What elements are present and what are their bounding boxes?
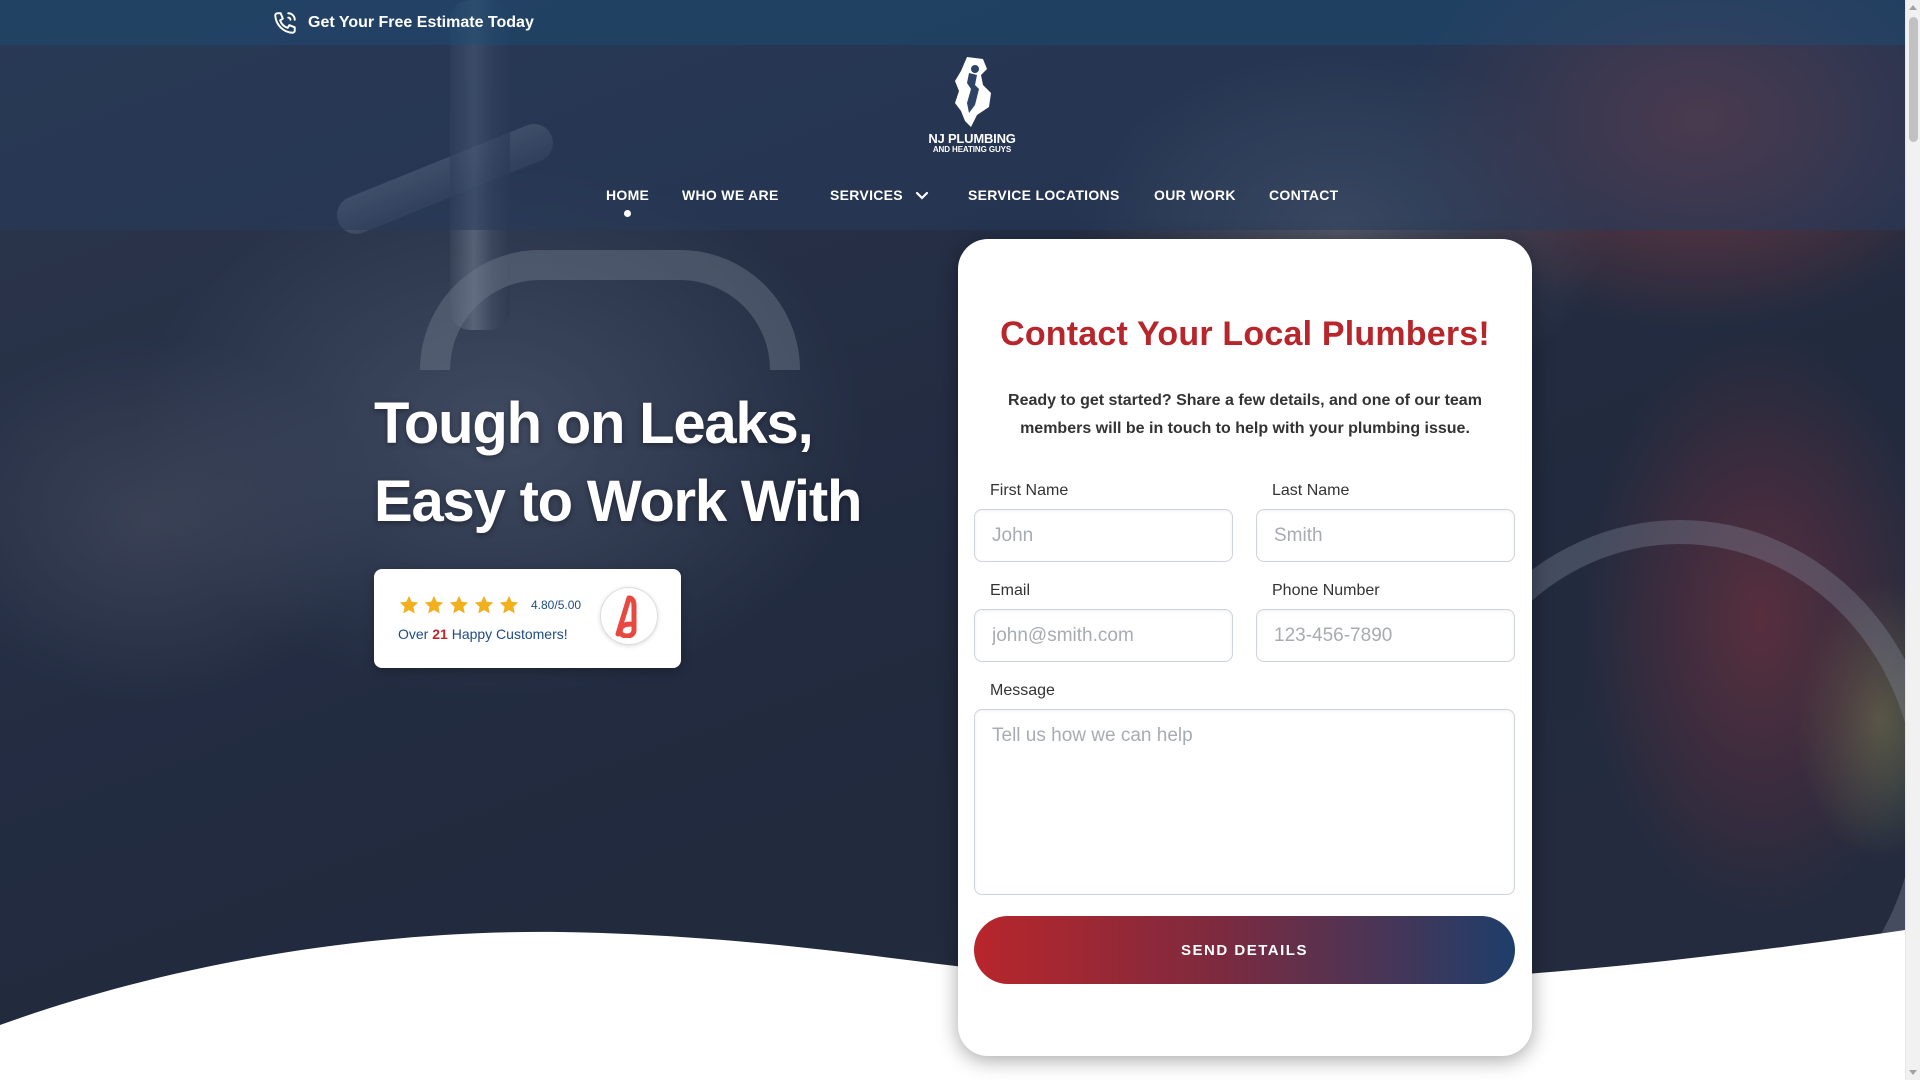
top-bar: Get Your Free Estimate Today [0,0,1905,45]
nav-item-contact[interactable]: CONTACT [1269,187,1339,203]
hero-bottom-wave [0,930,1905,1080]
star-icon [474,595,494,614]
contact-form-intro: Ready to get started? Share a few detail… [1008,392,1482,437]
nav-item-who-we-are[interactable]: WHO WE ARE [682,187,779,203]
star-icon [449,595,469,614]
message-label: Message [990,682,1055,699]
hero-heading-line-1: Tough on Leaks, [374,391,814,456]
nav-item-service-locations[interactable]: SERVICE LOCATIONS [968,187,1120,203]
message-field[interactable] [974,709,1515,895]
hero-heading-line-2: Easy to Work With [374,469,862,534]
happy-customers-text: Over 21 Happy Customers! [398,626,568,642]
site-logo[interactable]: NJ PLUMBING AND HEATING GUYS [920,55,1024,159]
scroll-up-arrow-icon[interactable] [1909,5,1917,10]
scroll-down-arrow-icon[interactable] [1909,1070,1917,1075]
review-badge[interactable]: 4.80/5.00 Over 21 Happy Customers! [374,569,681,668]
nav-item-label: HOME [606,187,650,203]
star-icon [499,595,519,614]
phone-call-icon [274,12,296,34]
chevron-down-icon [916,192,929,200]
nav-item-label: SERVICES [830,187,903,203]
star-rating: 4.80/5.00 [398,594,581,616]
free-estimate-link[interactable]: Get Your Free Estimate Today [272,10,534,36]
email-field[interactable] [974,609,1233,662]
customers-prefix: Over [398,626,429,642]
scrollbar-thumb[interactable] [1909,17,1918,142]
nav-item-label: CONTACT [1269,187,1339,203]
nav-item-home[interactable]: HOME [606,187,650,217]
free-estimate-label: Get Your Free Estimate Today [308,14,534,31]
nav-item-our-work[interactable]: OUR WORK [1154,187,1236,203]
page: Get Your Free Estimate Today NJ PLUMBING… [0,0,1905,1080]
nav-item-label: OUR WORK [1154,187,1236,203]
phone-number-field[interactable] [1256,609,1515,662]
customers-suffix: Happy Customers! [451,626,568,642]
active-indicator-dot [624,210,632,217]
main-navigation: HOME WHO WE ARE SERVICES SERVICE LOCATIO… [0,187,1905,227]
contact-form-title: Contact Your Local Plumbers! [1000,315,1490,353]
email-label: Email [990,582,1031,599]
first-name-field[interactable] [974,509,1233,562]
rating-value: 4.80/5.00 [531,598,582,612]
logo-name: NJ PLUMBING [928,131,1016,146]
phone-number-label: Phone Number [1272,582,1380,599]
last-name-field[interactable] [1256,509,1515,562]
send-details-button[interactable]: SEND DETAILS [974,916,1515,984]
logo-tagline: AND HEATING GUYS [932,145,1012,154]
contact-form-card: Contact Your Local Plumbers! Ready to ge… [958,239,1532,1056]
nav-item-label: SERVICE LOCATIONS [968,187,1120,203]
site-header: NJ PLUMBING AND HEATING GUYS HOME WHO WE… [0,45,1905,230]
customers-count: 21 [432,626,448,642]
nav-item-services[interactable]: SERVICES [830,187,929,203]
nj-wrench-logo-icon [955,57,991,127]
angi-logo-icon[interactable] [600,587,658,645]
star-icon [424,595,444,614]
star-icon [399,595,419,614]
first-name-label: First Name [990,482,1069,499]
last-name-label: Last Name [1272,482,1350,499]
hero-heading: Tough on Leaks, Easy to Work With [374,385,934,541]
page-scrollbar[interactable] [1905,0,1920,1080]
nav-item-label: WHO WE ARE [682,187,779,203]
